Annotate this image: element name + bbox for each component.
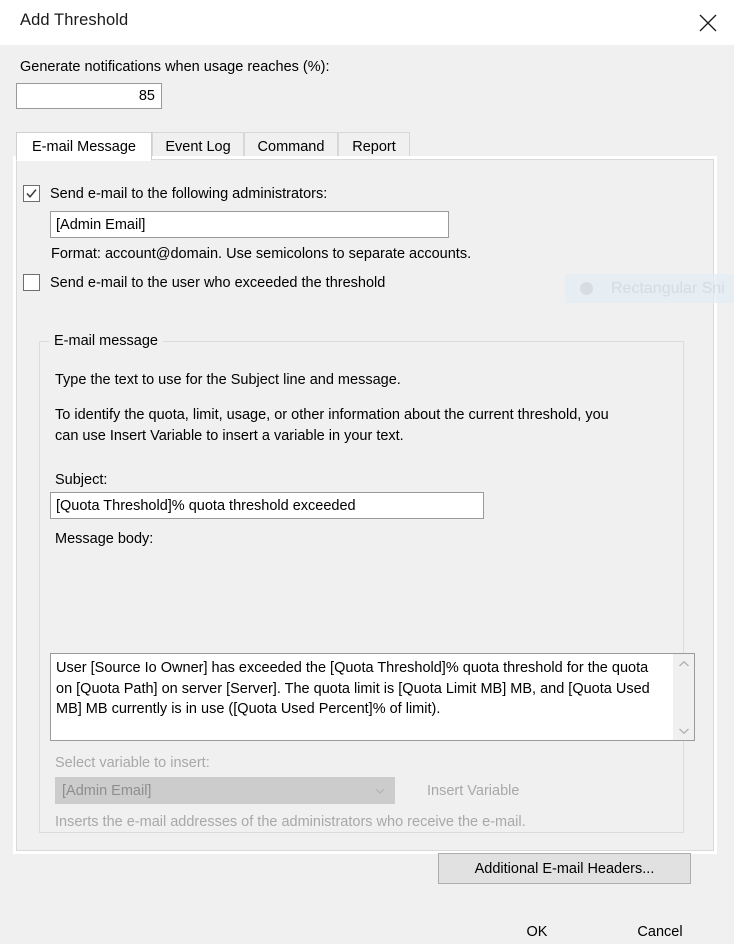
variable-help-line-1: To identify the quota, limit, usage, or … bbox=[55, 407, 609, 423]
checkmark-icon bbox=[25, 187, 38, 200]
select-variable-label: Select variable to insert: bbox=[55, 755, 210, 771]
email-message-groupbox-label: E-mail message bbox=[49, 333, 163, 349]
checkbox-checked[interactable] bbox=[23, 185, 40, 202]
ok-button[interactable]: OK bbox=[508, 920, 566, 944]
window-title: Add Threshold bbox=[20, 11, 129, 29]
send-admins-label: Send e-mail to the following administrat… bbox=[50, 185, 328, 202]
scroll-down-button[interactable] bbox=[673, 721, 694, 740]
email-format-hint: Format: account@domain. Use semicolons t… bbox=[51, 246, 472, 262]
tab-event-log[interactable]: Event Log bbox=[152, 132, 244, 160]
tab-label: Report bbox=[352, 138, 396, 155]
tab-label: Event Log bbox=[165, 138, 231, 155]
send-user-checkbox-row[interactable]: Send e-mail to the user who exceeded the… bbox=[23, 274, 385, 291]
chevron-down-icon bbox=[678, 723, 690, 739]
checkbox-unchecked[interactable] bbox=[23, 274, 40, 291]
subject-input[interactable] bbox=[50, 492, 484, 519]
variable-select: [Admin Email] bbox=[55, 777, 395, 804]
message-body-label: Message body: bbox=[55, 531, 154, 547]
send-admins-checkbox-row[interactable]: Send e-mail to the following administrat… bbox=[23, 185, 327, 202]
message-body-scrollbar[interactable] bbox=[673, 654, 694, 740]
tab-label: Command bbox=[257, 138, 325, 155]
threshold-label: Generate notifications when usage reache… bbox=[20, 59, 330, 75]
admin-email-input[interactable] bbox=[50, 211, 449, 238]
threshold-input[interactable] bbox=[16, 83, 162, 109]
intro-text: Type the text to use for the Subject lin… bbox=[55, 372, 401, 388]
tab-panel-email-message: Send e-mail to the following administrat… bbox=[16, 159, 714, 851]
dialog-body: Generate notifications when usage reache… bbox=[0, 45, 734, 940]
variable-select-value: [Admin Email] bbox=[62, 782, 152, 799]
subject-label: Subject: bbox=[55, 472, 108, 488]
message-body-container bbox=[50, 653, 695, 741]
send-user-label: Send e-mail to the user who exceeded the… bbox=[50, 274, 386, 291]
close-button[interactable] bbox=[682, 0, 734, 45]
variable-description: Inserts the e-mail addresses of the admi… bbox=[55, 814, 526, 830]
chevron-down-icon bbox=[374, 783, 386, 799]
insert-variable-button: Insert Variable bbox=[427, 783, 520, 799]
chevron-up-icon bbox=[678, 656, 690, 672]
close-icon bbox=[697, 12, 719, 34]
tab-report[interactable]: Report bbox=[338, 132, 410, 160]
tab-email-message[interactable]: E-mail Message bbox=[16, 132, 152, 161]
cancel-button[interactable]: Cancel bbox=[625, 920, 695, 944]
additional-email-headers-button[interactable]: Additional E-mail Headers... bbox=[438, 853, 691, 884]
tab-label: E-mail Message bbox=[32, 138, 136, 155]
message-body-textarea[interactable] bbox=[51, 654, 673, 740]
tab-command[interactable]: Command bbox=[244, 132, 338, 160]
scroll-up-button[interactable] bbox=[673, 654, 694, 673]
variable-help-line-2: can use Insert Variable to insert a vari… bbox=[55, 428, 404, 444]
title-bar: Add Threshold bbox=[0, 0, 734, 46]
